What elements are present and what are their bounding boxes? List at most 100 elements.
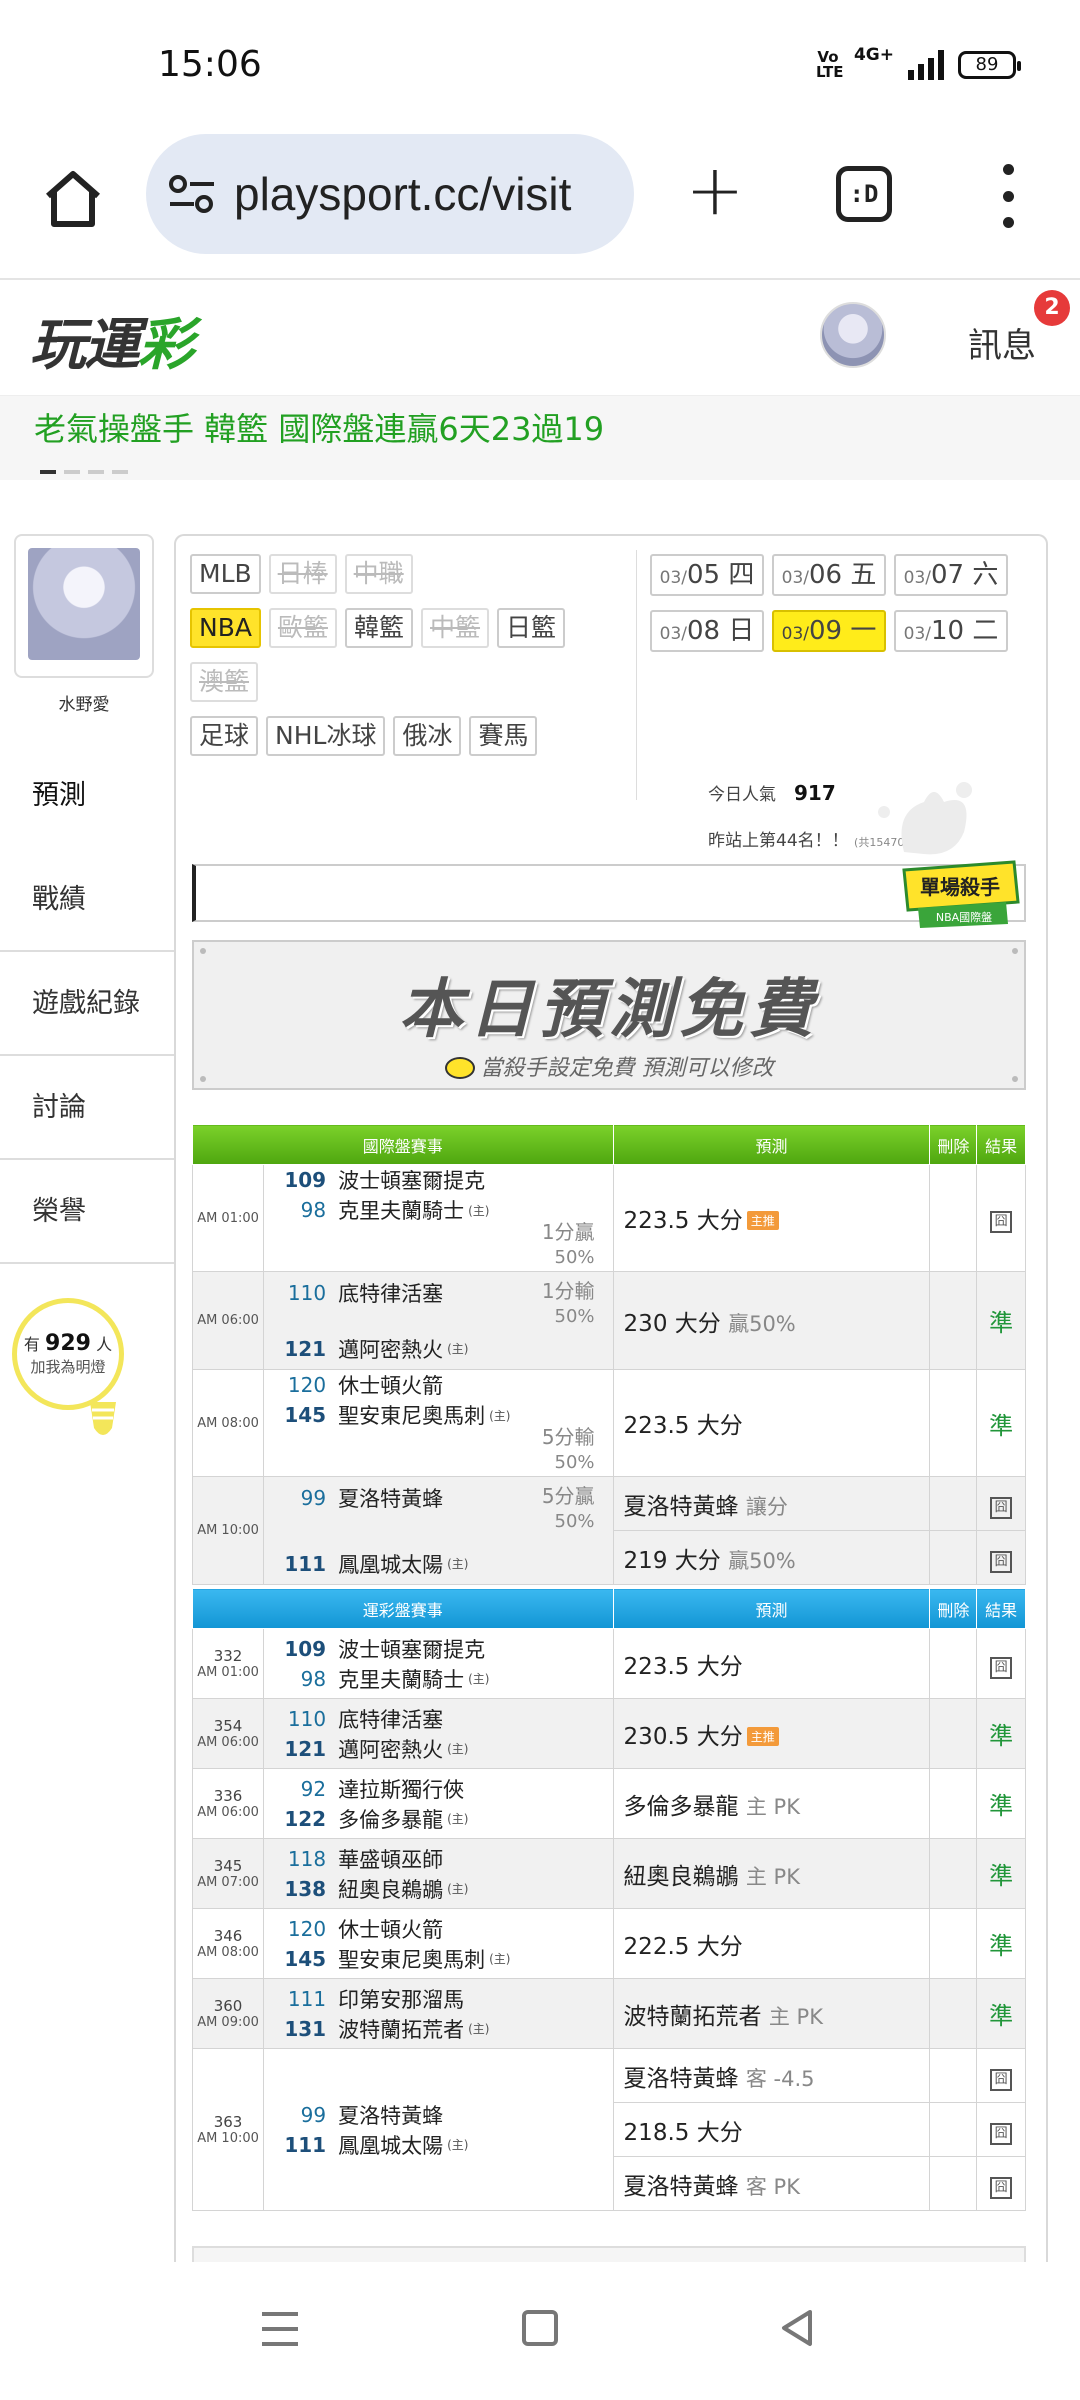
bee-icon bbox=[444, 1057, 475, 1079]
delete-cell[interactable] bbox=[929, 1164, 978, 1272]
profile-avatar[interactable] bbox=[14, 534, 154, 678]
browser-menu-icon[interactable] bbox=[996, 164, 1020, 228]
battery-icon: 89 bbox=[958, 51, 1021, 79]
delete-cell[interactable] bbox=[929, 2156, 978, 2211]
delete-cell[interactable] bbox=[929, 2102, 978, 2157]
date-picker: 03/05 四 03/06 五 03/07 六 03/08 日 03/09 一 03/10… bbox=[650, 554, 1040, 652]
team-name: 波士頓塞爾提克 bbox=[338, 1637, 486, 1662]
messages-link[interactable]: 訊息 bbox=[968, 318, 1036, 367]
prediction-cell: 223.5 大分 bbox=[612, 1369, 931, 1477]
league-chip[interactable]: 日籃 bbox=[497, 608, 566, 648]
league-chip[interactable]: 韓籃 bbox=[344, 608, 413, 648]
url-text: playsport.cc/visit bbox=[234, 168, 572, 220]
site-logo[interactable]: 玩運彩 bbox=[30, 300, 194, 381]
game-time: AM 06:00 bbox=[191, 1271, 265, 1370]
team-name: 紐奧良鵜鶘 bbox=[338, 1877, 444, 1902]
site-settings-icon[interactable] bbox=[168, 174, 216, 214]
game-time: 332 AM 01:00 bbox=[191, 1628, 265, 1699]
sidenav-item-3[interactable]: 討論 bbox=[0, 1056, 174, 1160]
delete-cell[interactable] bbox=[929, 1908, 978, 1979]
game-time: 336 AM 06:00 bbox=[191, 1768, 265, 1839]
league-chip[interactable]: 賽馬 bbox=[469, 716, 538, 756]
delete-cell[interactable] bbox=[929, 1768, 978, 1839]
home-icon[interactable] bbox=[40, 166, 106, 232]
league-chip[interactable]: 足球 bbox=[190, 716, 259, 756]
delete-cell[interactable] bbox=[929, 1628, 978, 1699]
announcement-marquee[interactable]: 老氣操盤手 韓籃 國際盤連贏6天23過19 bbox=[0, 396, 1080, 480]
result-cell: 囧 bbox=[976, 2102, 1026, 2157]
col-header: 結果 bbox=[976, 1588, 1026, 1629]
delete-cell[interactable] bbox=[929, 2048, 978, 2103]
result-cell: 準 bbox=[976, 1978, 1026, 2049]
delete-cell[interactable] bbox=[929, 1369, 978, 1477]
follow-cta[interactable]: 加我為明燈 bbox=[17, 1356, 119, 1377]
team-line: 131 波特蘭拓荒者 (主) bbox=[276, 2014, 612, 2044]
result-cell: 囧 bbox=[976, 1628, 1026, 1699]
league-chip[interactable]: MLB bbox=[190, 554, 261, 594]
team-name: 波士頓塞爾提克 bbox=[338, 1169, 486, 1193]
pending-result-icon: 囧 bbox=[990, 1550, 1013, 1573]
team-name: 聖安東尼奧馬刺 bbox=[338, 1947, 486, 1972]
delete-cell[interactable] bbox=[929, 1698, 978, 1769]
filter-row: 足球 NHL冰球 俄冰 賽馬 bbox=[190, 716, 630, 756]
sidenav-item-4[interactable]: 榮譽 bbox=[0, 1160, 174, 1264]
back-icon[interactable] bbox=[778, 2308, 818, 2348]
delete-cell[interactable] bbox=[929, 1271, 978, 1370]
game-time: 360 AM 09:00 bbox=[191, 1978, 265, 2049]
host-mark: (主) bbox=[447, 1742, 469, 1756]
team-number: 120 bbox=[287, 1373, 327, 1397]
game-time: 345 AM 07:00 bbox=[191, 1838, 265, 1909]
matchup-cell: 99 夏洛特黃蜂 111 鳳凰城太陽 (主) bbox=[263, 2048, 614, 2211]
league-chip[interactable]: NHL冰球 bbox=[266, 716, 386, 756]
pending-result-icon: 囧 bbox=[990, 2176, 1013, 2199]
delete-cell[interactable] bbox=[929, 1530, 978, 1585]
team-line: 121 邁阿密熱火 (主) bbox=[276, 1734, 612, 1764]
game-time: AM 08:00 bbox=[191, 1369, 265, 1477]
home-nav-icon[interactable] bbox=[522, 2310, 558, 2346]
matchup-cell: 120 休士頓火箭 145 聖安東尼奧馬刺 (主) bbox=[263, 1908, 614, 1979]
host-mark: (主) bbox=[447, 1882, 469, 1896]
matchup-cell: 109 波士頓塞爾提克 98 克里夫蘭騎士 (主) bbox=[263, 1628, 614, 1699]
date-button[interactable]: 03/10 二 bbox=[894, 610, 1008, 652]
profile-name[interactable]: 水野愛 bbox=[14, 690, 154, 715]
new-tab-button[interactable]: + bbox=[684, 155, 746, 225]
sidenav-item-1[interactable]: 戰績 bbox=[0, 848, 174, 952]
league-chip[interactable]: NBA bbox=[190, 608, 261, 648]
recents-icon[interactable] bbox=[262, 2312, 298, 2346]
host-mark: (主) bbox=[447, 1342, 469, 1356]
date-button[interactable]: 03/06 五 bbox=[772, 554, 886, 596]
table-row: 354 AM 06:00 110 底特律活塞 121 邁阿密熱火 (主) 230.5 大分 主推… bbox=[191, 1698, 1026, 1769]
date-button[interactable]: 03/08 日 bbox=[650, 610, 764, 652]
team-number: 121 bbox=[284, 1336, 327, 1361]
fan-count: 929 bbox=[45, 1331, 91, 1356]
delete-cell[interactable] bbox=[929, 1978, 978, 2049]
follow-bulb[interactable]: 有 929 人 加我為明燈 bbox=[12, 1298, 138, 1448]
delete-cell[interactable] bbox=[929, 1476, 978, 1531]
league-chip: 歐籃 bbox=[268, 608, 337, 648]
address-bar[interactable]: playsport.cc/visit bbox=[146, 134, 634, 254]
marquee-text[interactable]: 老氣操盤手 韓籃 國際盤連贏6天23過19 bbox=[34, 404, 604, 450]
result-cell: 準 bbox=[976, 1698, 1026, 1769]
marquee-pager bbox=[40, 470, 128, 474]
free-prediction-banner: 本日預測免費 當殺手設定免費 預測可以修改 bbox=[192, 940, 1026, 1090]
table-row: 336 AM 06:00 92 達拉斯獨行俠 122 多倫多暴龍 (主) 多倫多暴龍 主 PK… bbox=[191, 1768, 1026, 1839]
league-chip[interactable]: 俄冰 bbox=[393, 716, 462, 756]
host-mark: (主) bbox=[468, 1672, 490, 1686]
matchup-cell: 120 休士頓火箭 145 聖安東尼奧馬刺 (主) 5分輸 50% bbox=[263, 1369, 614, 1477]
sidenav-item-0[interactable]: 預測 bbox=[0, 744, 174, 848]
date-button[interactable]: 03/07 六 bbox=[894, 554, 1008, 596]
team-number: 118 bbox=[287, 1846, 327, 1871]
prediction-cell: 223.5 大分 主推 bbox=[612, 1164, 931, 1272]
game-time: 354 AM 06:00 bbox=[191, 1698, 265, 1769]
date-button[interactable]: 03/09 一 bbox=[772, 610, 886, 652]
spread-info: 5分輸 50% bbox=[541, 1425, 595, 1473]
date-button[interactable]: 03/05 四 bbox=[650, 554, 764, 596]
sidenav-item-2[interactable]: 遊戲紀錄 bbox=[0, 952, 174, 1056]
tab-switcher-button[interactable]: :D bbox=[836, 166, 892, 222]
game-id: 363 bbox=[213, 2113, 243, 2131]
user-avatar[interactable] bbox=[820, 302, 886, 368]
team-line: 121 邁阿密熱火 (主) bbox=[276, 1334, 612, 1364]
delete-cell[interactable] bbox=[929, 1838, 978, 1909]
table-row: AM 06:00 1分輸 50% 110 底特律活塞 121 邁阿密熱火 (主) 230 大分 … bbox=[191, 1271, 1026, 1370]
team-name: 夏洛特黃蜂 bbox=[338, 1486, 444, 1511]
